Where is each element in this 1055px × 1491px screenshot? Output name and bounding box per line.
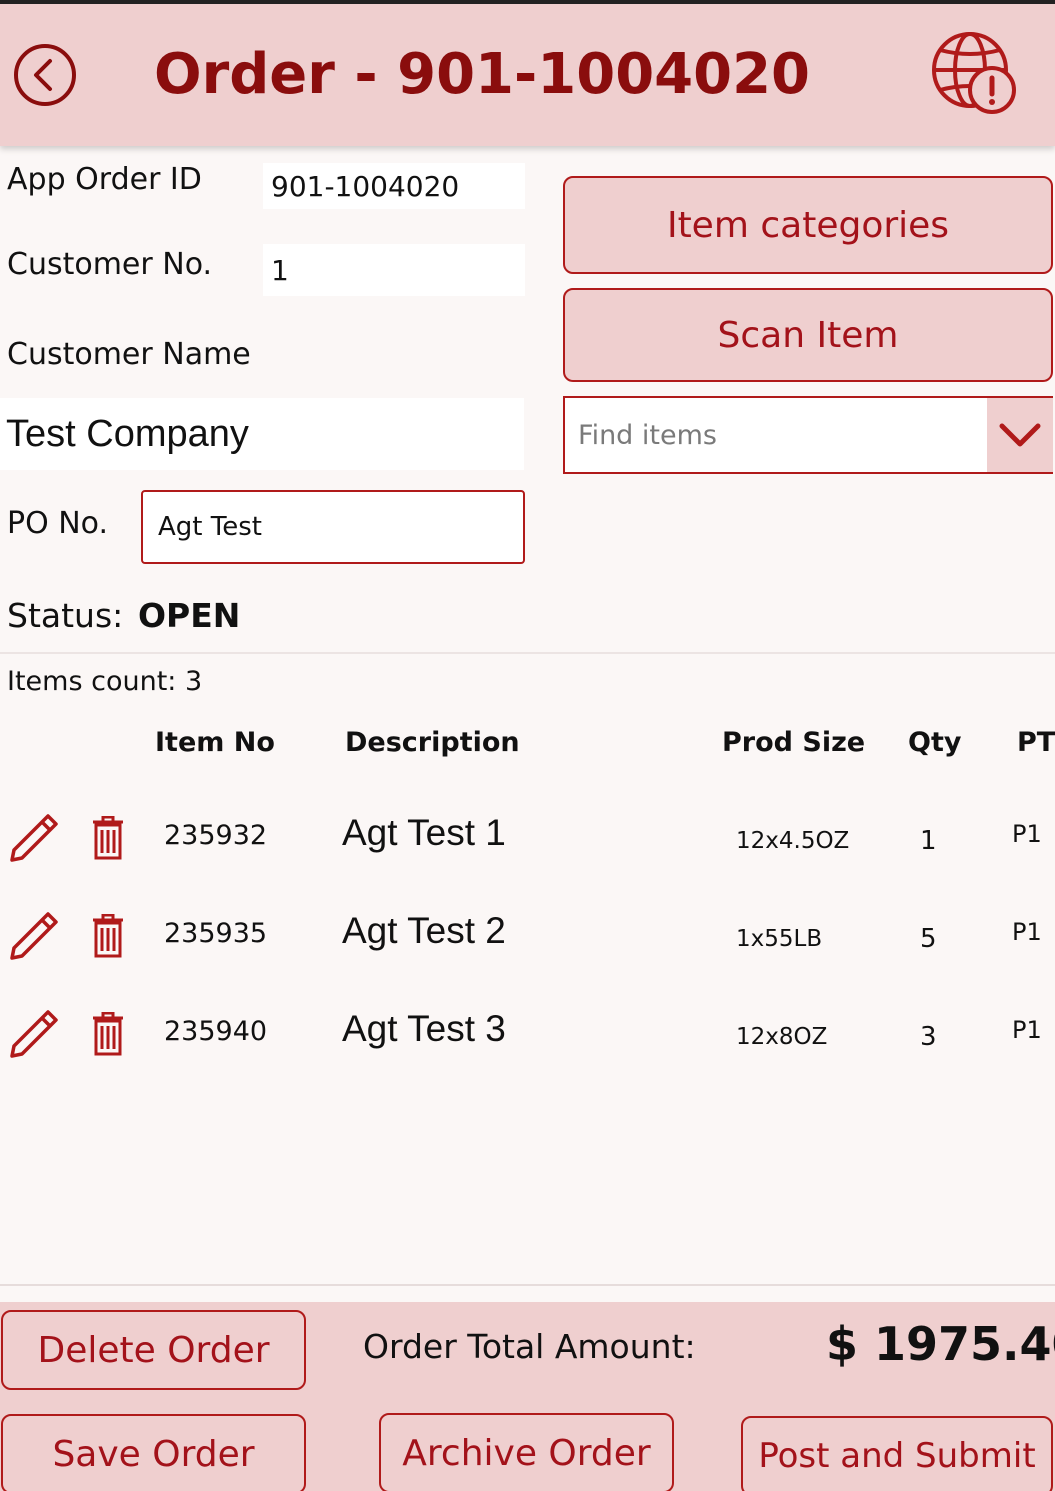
item-description: Agt Test 3 <box>342 1008 506 1049</box>
app-order-id-field: 901-1004020 <box>263 163 525 209</box>
chevron-down-icon <box>999 423 1041 447</box>
order-total-value: $ 1975.40 <box>826 1317 1055 1371</box>
trash-icon <box>93 1011 123 1056</box>
column-header-prod-size: Prod Size <box>722 727 866 758</box>
edit-item-button[interactable] <box>8 812 60 864</box>
item-prod-size: 1x55LB <box>736 926 823 952</box>
item-prod-size: 12x8OZ <box>736 1024 828 1050</box>
find-items-combobox <box>563 396 1053 474</box>
status-label: Status: <box>7 596 124 635</box>
app-header: Order - 901-1004020 <box>0 0 1055 146</box>
customer-name-label: Customer Name <box>7 337 251 372</box>
table-row: 235935 Agt Test 2 1x55LB 5 P1 <box>0 904 1055 1002</box>
item-pt: P1 <box>1012 1016 1042 1044</box>
find-items-dropdown-toggle[interactable] <box>987 398 1053 472</box>
column-header-description: Description <box>345 727 520 758</box>
item-pt: P1 <box>1012 820 1042 848</box>
post-and-submit-button[interactable]: Post and Submit <box>741 1416 1053 1491</box>
pencil-icon <box>10 1010 58 1058</box>
delete-item-button[interactable] <box>92 815 124 860</box>
item-qty: 1 <box>920 826 937 856</box>
delete-item-button[interactable] <box>92 913 124 958</box>
trash-icon <box>93 913 123 958</box>
po-no-label: PO No. <box>7 506 109 541</box>
item-no: 235932 <box>164 820 268 851</box>
item-qty: 3 <box>920 1022 937 1052</box>
app-order-id-label: App Order ID <box>7 162 202 197</box>
column-header-item-no: Item No <box>155 727 275 758</box>
item-prod-size: 12x4.5OZ <box>736 828 850 854</box>
po-no-input[interactable]: Agt Test <box>141 490 525 564</box>
item-no: 235935 <box>164 918 268 949</box>
item-description: Agt Test 2 <box>342 910 506 951</box>
customer-no-field: 1 <box>263 244 525 296</box>
scan-item-button[interactable]: Scan Item <box>563 288 1053 382</box>
pencil-icon <box>10 912 58 960</box>
delete-item-button[interactable] <box>92 1011 124 1056</box>
pencil-icon <box>10 814 58 862</box>
item-no: 235940 <box>164 1016 268 1047</box>
customer-no-label: Customer No. <box>7 247 213 282</box>
globe-alert-icon <box>932 32 1016 114</box>
order-total-label: Order Total Amount: <box>363 1327 696 1366</box>
item-pt: P1 <box>1012 918 1042 946</box>
save-order-button[interactable]: Save Order <box>1 1414 306 1491</box>
column-header-pt: PT <box>1017 727 1055 758</box>
trash-icon <box>93 815 123 860</box>
network-status-button[interactable] <box>928 28 1024 120</box>
column-header-qty: Qty <box>908 727 962 758</box>
item-qty: 5 <box>920 924 937 954</box>
delete-order-button[interactable]: Delete Order <box>1 1310 306 1390</box>
table-row: 235940 Agt Test 3 12x8OZ 3 P1 <box>0 1002 1055 1100</box>
table-row: 235932 Agt Test 1 12x4.5OZ 1 P1 <box>0 806 1055 904</box>
page-title: Order - 901-1004020 <box>153 42 811 107</box>
status-value: OPEN <box>138 596 241 635</box>
items-count: Items count: 3 <box>7 666 203 697</box>
archive-order-button[interactable]: Archive Order <box>379 1413 674 1491</box>
edit-item-button[interactable] <box>8 1008 60 1060</box>
item-categories-button[interactable]: Item categories <box>563 176 1053 274</box>
find-items-input[interactable] <box>565 398 987 472</box>
customer-name-field: Test Company <box>0 398 524 470</box>
item-description: Agt Test 1 <box>342 812 506 853</box>
edit-item-button[interactable] <box>8 910 60 962</box>
